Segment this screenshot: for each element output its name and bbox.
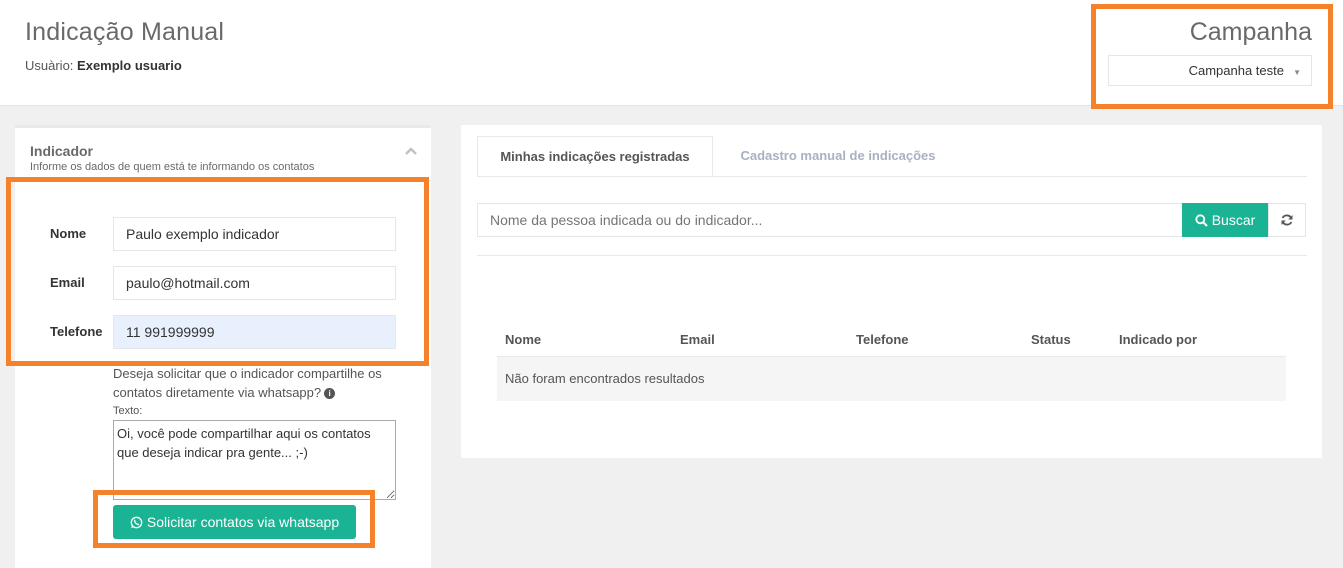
campaign-select[interactable]: Campanha teste ▼ — [1108, 55, 1312, 86]
email-label: Email — [50, 275, 85, 290]
column-header-indicado-por[interactable]: Indicado por — [1111, 323, 1286, 357]
empty-results-message: Não foram encontrados resultados — [497, 356, 1286, 401]
refresh-button[interactable] — [1268, 203, 1306, 237]
campaign-selected-value: Campanha teste — [1188, 63, 1284, 78]
tabs-divider — [477, 176, 1307, 177]
whatsapp-question-text: Deseja solicitar que o indicador compart… — [113, 366, 382, 400]
user-info: Usuàrio: Exemplo usuario — [25, 58, 182, 73]
phone-field[interactable] — [113, 315, 396, 349]
divider — [477, 255, 1307, 256]
search-button-label: Buscar — [1211, 212, 1256, 228]
tab-registered-indications[interactable]: Minhas indicações registradas — [477, 136, 713, 176]
indicator-panel-subtitle: Informe os dados de quem está te informa… — [30, 161, 315, 173]
indicator-panel: Indicador Informe os dados de quem está … — [15, 125, 431, 568]
column-header-email[interactable]: Email — [672, 323, 848, 357]
whatsapp-icon — [130, 516, 143, 528]
page-title: Indicação Manual — [25, 18, 225, 46]
results-table: Nome Email Telefone Status Indicado por … — [497, 323, 1286, 401]
info-icon[interactable]: i — [324, 388, 336, 399]
column-header-nome[interactable]: Nome — [497, 323, 672, 357]
message-textarea[interactable]: Oi, você pode compartilhar aqui os conta… — [113, 420, 396, 500]
user-label: Usuàrio: — [25, 58, 74, 73]
column-header-status[interactable]: Status — [1023, 323, 1111, 357]
request-whatsapp-button-label: Solicitar contatos via whatsapp — [146, 514, 340, 530]
table-header-row: Nome Email Telefone Status Indicado por — [497, 323, 1286, 357]
text-label: Texto: — [113, 405, 143, 417]
campaign-title: Campanha — [1189, 18, 1312, 46]
column-header-telefone[interactable]: Telefone — [848, 323, 1023, 357]
page-header: Indicação Manual Usuàrio: Exemplo usuari… — [0, 0, 1343, 106]
search-button[interactable]: Buscar — [1182, 203, 1268, 237]
search-input[interactable] — [477, 203, 1183, 237]
user-name: Exemplo usuario — [77, 58, 182, 73]
refresh-icon — [1281, 214, 1293, 226]
name-label: Nome — [50, 226, 87, 241]
email-field[interactable] — [113, 266, 396, 300]
chevron-up-icon[interactable] — [405, 146, 417, 156]
name-field[interactable] — [113, 217, 396, 251]
caret-down-icon: ▼ — [1293, 68, 1301, 77]
phone-label: Telefone — [50, 324, 103, 339]
whatsapp-question: Deseja solicitar que o indicador compart… — [113, 364, 383, 402]
indications-panel: Minhas indicações registradas Cadastro m… — [461, 125, 1322, 458]
table-row: Não foram encontrados resultados — [497, 356, 1286, 401]
divider — [15, 180, 431, 181]
indicator-panel-title: Indicador — [30, 143, 94, 159]
request-whatsapp-button[interactable]: Solicitar contatos via whatsapp — [113, 505, 356, 539]
tab-manual-registration[interactable]: Cadastro manual de indicações — [713, 136, 963, 176]
search-icon — [1195, 213, 1208, 227]
